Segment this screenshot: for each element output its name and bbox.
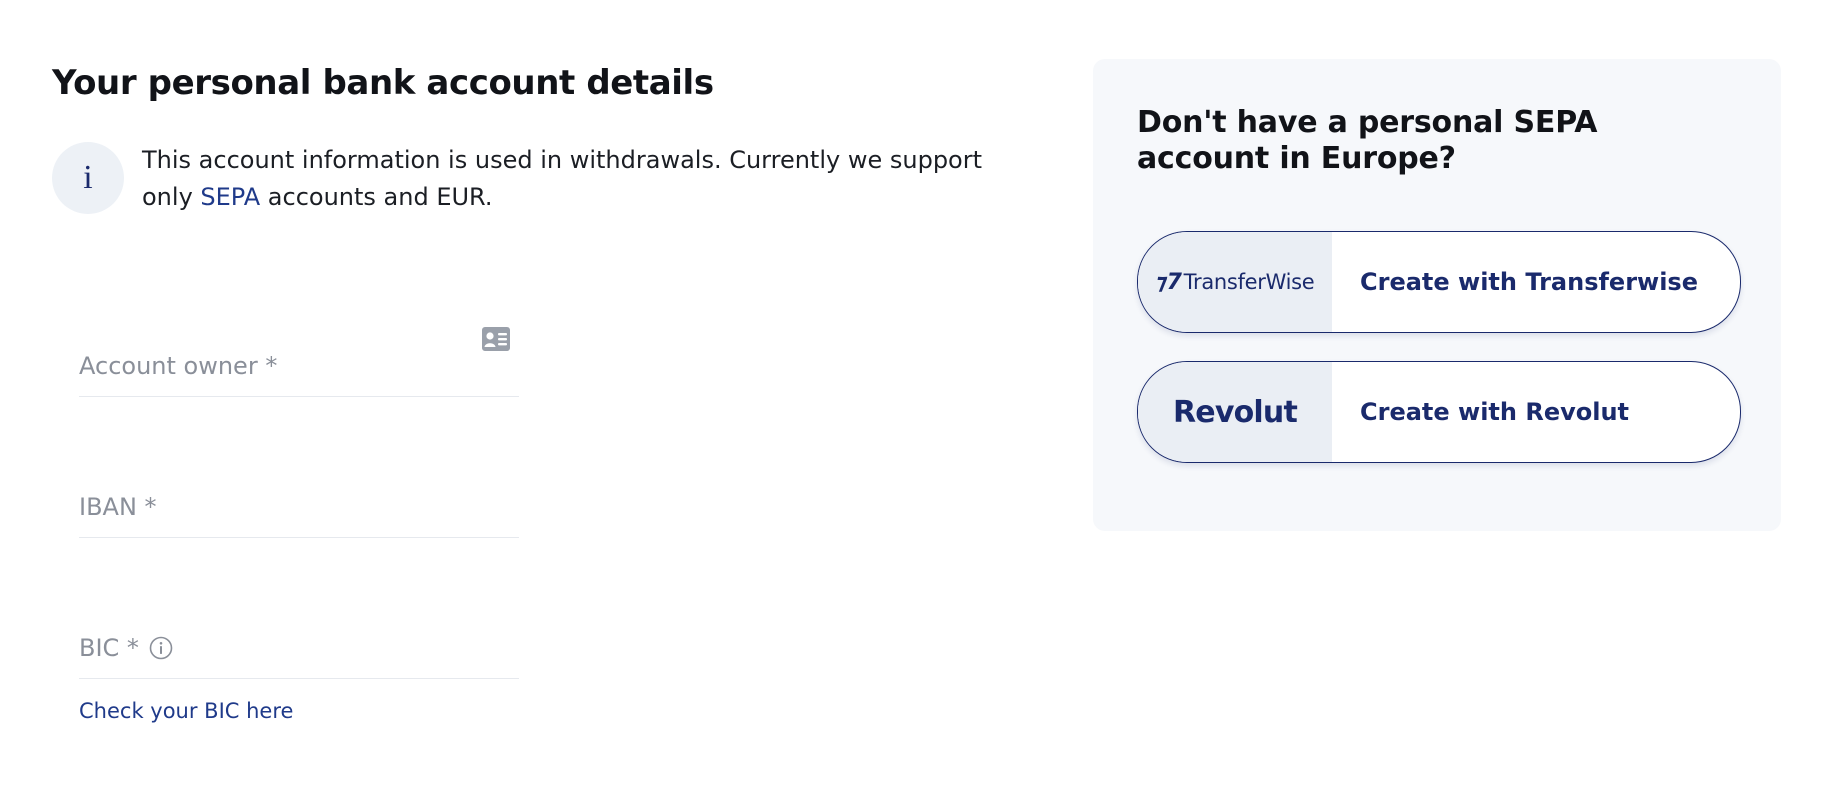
create-with-revolut-button[interactable]: Revolut Create with Revolut [1137, 361, 1741, 463]
info-glyph: i [83, 159, 93, 196]
transferwise-logo: ⁊7 TransferWise [1138, 232, 1332, 332]
account-details-section: Your personal bank account details i Thi… [52, 58, 1012, 216]
bic-input[interactable] [79, 616, 519, 678]
panel-title: Don't have a personal SEPA account in Eu… [1137, 105, 1598, 176]
contact-card-icon[interactable] [481, 326, 511, 352]
check-bic-link[interactable]: Check your BIC here [79, 699, 293, 723]
bic-field[interactable]: BIC * [79, 598, 519, 679]
info-notice: i This account information is used in wi… [52, 142, 1012, 216]
transferwise-button-label: Create with Transferwise [1360, 268, 1698, 296]
transferwise-logo-text: TransferWise [1183, 270, 1315, 294]
transferwise-logo-mark: ⁊7 [1155, 269, 1182, 295]
create-with-transferwise-button[interactable]: ⁊7 TransferWise Create with Transferwise [1137, 231, 1741, 333]
revolut-button-label: Create with Revolut [1360, 398, 1630, 426]
revolut-logo: Revolut [1138, 362, 1332, 462]
revolut-logo-text: Revolut [1173, 394, 1298, 430]
info-icon: i [52, 142, 124, 214]
bank-details-form: Account owner * IBAN * BIC * Check your … [79, 316, 519, 723]
page-title: Your personal bank account details [52, 63, 714, 103]
sepa-account-panel: Don't have a personal SEPA account in Eu… [1093, 59, 1781, 531]
info-text-after: accounts and EUR. [260, 183, 493, 211]
info-text: This account information is used in with… [142, 142, 1012, 216]
account-owner-input[interactable] [79, 334, 519, 396]
account-owner-field[interactable]: Account owner * [79, 316, 519, 397]
transferwise-logo-wordmark: ⁊7 TransferWise [1156, 270, 1315, 295]
sepa-link[interactable]: SEPA [200, 183, 260, 211]
iban-field[interactable]: IBAN * [79, 457, 519, 538]
iban-input[interactable] [79, 475, 519, 537]
